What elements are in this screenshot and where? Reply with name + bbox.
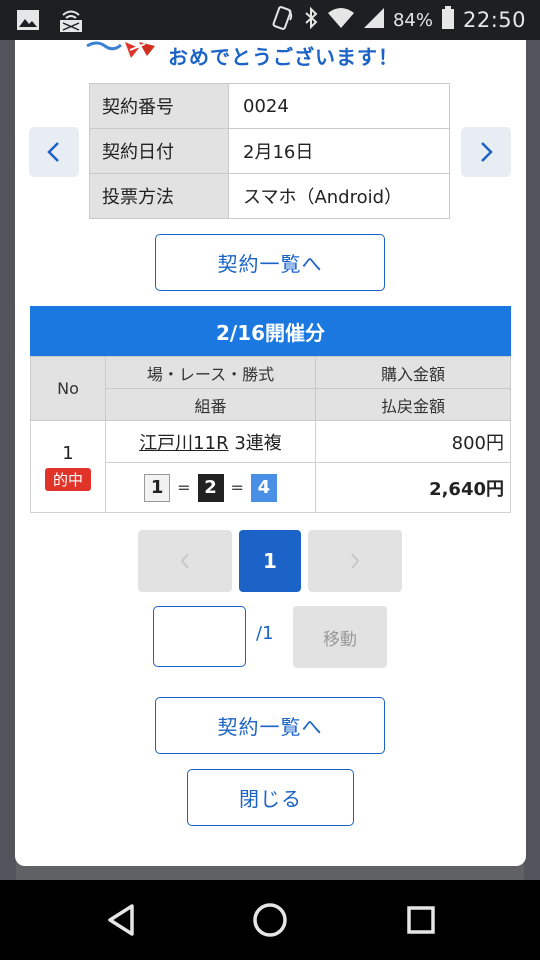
bet-type: 3連複: [234, 432, 282, 454]
hit-badge: 的中: [44, 467, 91, 491]
nfc-phone-icon: [269, 5, 295, 36]
wifi-icon: [327, 7, 355, 34]
system-nav-bar: [0, 880, 540, 960]
contract-number-label: 契約番号: [89, 83, 229, 129]
race-date-header: 2/16開催分: [30, 306, 511, 356]
combo-number-3: 4: [250, 473, 277, 502]
vote-method-value: スマホ（Android）: [228, 173, 450, 219]
no-header: No: [30, 356, 106, 421]
vote-method-label: 投票方法: [89, 173, 229, 219]
payout-amount: 2,640円: [315, 462, 511, 513]
purchase-header: 購入金額: [315, 356, 511, 389]
contract-list-button-bottom[interactable]: 契約一覧へ: [155, 697, 385, 754]
clock: 22:50: [462, 8, 526, 32]
home-icon[interactable]: [250, 900, 290, 944]
table-header-row: No 場・レース・勝式 購入金額: [30, 356, 511, 421]
race-link[interactable]: 江戸川11R: [139, 433, 228, 454]
purchase-amount: 800円: [315, 420, 511, 463]
page-prev-button[interactable]: [138, 530, 232, 592]
close-button[interactable]: 閉じる: [187, 769, 354, 826]
combo-header: 組番: [105, 388, 316, 421]
result-modal: おめでとうございます！ 契約番号 0024 契約日付 2月16日 投票方法 スマ…: [15, 40, 526, 866]
contract-list-button-top[interactable]: 契約一覧へ: [155, 234, 385, 291]
bluetooth-icon: [303, 6, 319, 35]
contract-info-row: 契約番号 0024: [89, 83, 450, 129]
move-page-button[interactable]: 移動: [293, 606, 387, 668]
contract-info-row: 契約日付 2月16日: [89, 128, 450, 174]
chevron-left-icon: [180, 553, 189, 569]
table-row: 1 的中 江戸川11R 3連複 800円: [30, 420, 511, 513]
combo-separator: =: [177, 478, 191, 497]
contract-info-table: 契約番号 0024 契約日付 2月16日 投票方法 スマホ（Android）: [89, 83, 450, 219]
congrats-banner: おめでとうございます！: [15, 40, 526, 70]
battery-percent: 84%: [392, 9, 433, 31]
back-icon[interactable]: [104, 900, 138, 944]
battery-icon: [441, 5, 455, 35]
contract-info-row: 投票方法 スマホ（Android）: [89, 173, 450, 219]
combo-cell: 1 = 2 = 4: [105, 462, 316, 513]
contract-date-label: 契約日付: [89, 128, 229, 174]
previous-contract-button[interactable]: [29, 127, 79, 177]
radio-icon: [58, 9, 84, 37]
page-next-button[interactable]: [308, 530, 402, 592]
page-number-input[interactable]: [153, 606, 246, 667]
row-number: 1: [62, 442, 74, 464]
contract-number-value: 0024: [228, 83, 450, 129]
payout-header: 払戻金額: [315, 388, 511, 421]
race-header: 場・レース・勝式: [105, 356, 316, 389]
combo-number-1: 1: [144, 473, 171, 502]
status-bar: 84% 22:50: [0, 0, 540, 40]
background-page-right: [524, 40, 540, 880]
page-total: /1: [256, 623, 274, 644]
next-contract-button[interactable]: [461, 127, 511, 177]
chevron-right-icon: [481, 142, 493, 162]
combo-separator: =: [230, 478, 244, 497]
party-popper-icon: [85, 40, 165, 68]
recents-icon[interactable]: [404, 900, 438, 944]
chevron-right-icon: [351, 553, 360, 569]
page-current-button[interactable]: 1: [239, 530, 301, 592]
chevron-left-icon: [47, 142, 59, 162]
contract-date-value: 2月16日: [228, 128, 450, 174]
race-result-table: No 場・レース・勝式 購入金額 組番 払戻金額 1 的中 江戸川11R 3連複…: [30, 356, 511, 513]
combo-number-2: 2: [197, 473, 224, 502]
race-name-cell: 江戸川11R 3連複: [105, 420, 316, 463]
congrats-text: おめでとうございます！: [168, 45, 399, 69]
background-page-left: [0, 40, 16, 880]
combo: 1 = 2 = 4: [144, 473, 277, 502]
gallery-icon: [16, 9, 40, 35]
signal-icon: [363, 7, 385, 34]
row-no-cell: 1 的中: [30, 420, 106, 513]
